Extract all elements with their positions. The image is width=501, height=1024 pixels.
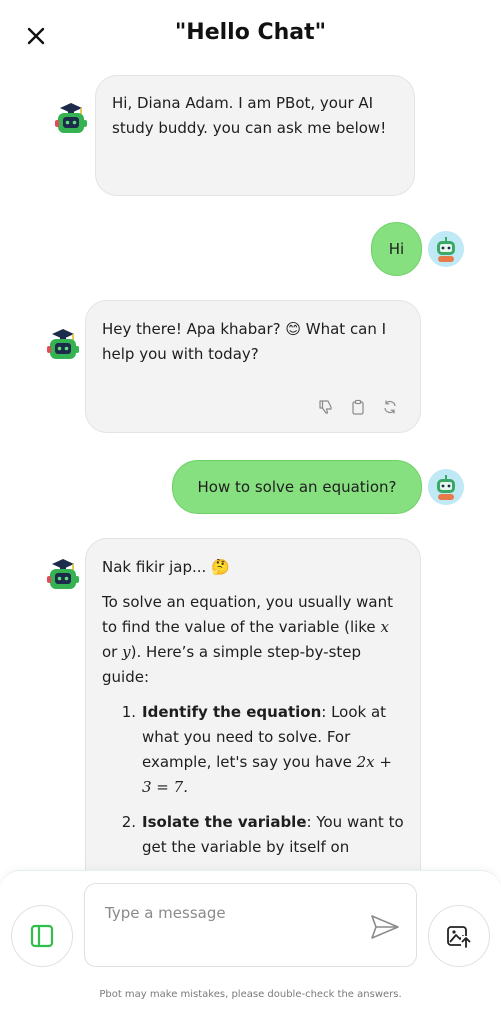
user-avatar bbox=[428, 231, 464, 267]
step-title: Identify the equation bbox=[142, 703, 322, 721]
message-actions bbox=[318, 398, 398, 415]
composer: Pbot may make mistakes, please double-ch… bbox=[0, 870, 501, 1024]
bot-avatar bbox=[44, 326, 82, 364]
bot-message-text: Hi, Diana Adam. I am PBot, your AI study… bbox=[112, 94, 387, 137]
header: "Hello Chat" bbox=[0, 0, 501, 72]
user-message-text: How to solve an equation? bbox=[197, 478, 397, 496]
answer-intro: To solve an equation, you usually want t… bbox=[102, 590, 404, 690]
math-variable: y bbox=[122, 643, 131, 661]
bot-message: Hey there! Apa khabar? 😊 What can I help… bbox=[85, 300, 421, 433]
thumbs-down-icon bbox=[319, 400, 332, 414]
image-upload-button[interactable] bbox=[428, 905, 490, 967]
send-button[interactable] bbox=[368, 910, 402, 944]
message-input-box bbox=[84, 883, 417, 967]
user-message-text: Hi bbox=[388, 240, 405, 258]
copy-icon bbox=[352, 399, 364, 415]
thinking-text: Nak fikir jap... 🤔 bbox=[102, 558, 230, 576]
step-title: Isolate the variable bbox=[142, 813, 307, 831]
regenerate-button[interactable] bbox=[382, 398, 398, 414]
bot-message-text: Hey there! Apa khabar? 😊 What can I help… bbox=[102, 320, 387, 363]
list-item: 2. Isolate the variable: You want to get… bbox=[102, 810, 404, 860]
user-message: Hi bbox=[371, 222, 422, 276]
sidebar-button[interactable] bbox=[11, 905, 73, 967]
bot-message: Hi, Diana Adam. I am PBot, your AI study… bbox=[95, 75, 415, 196]
user-avatar bbox=[428, 469, 464, 505]
bot-avatar bbox=[52, 100, 90, 138]
intro-text: ). Here’s a simple step-by-step guide: bbox=[102, 643, 362, 686]
intro-text: or bbox=[102, 643, 123, 661]
thumbs-down-button[interactable] bbox=[318, 398, 334, 414]
disclaimer-text: Pbot may make mistakes, please double-ch… bbox=[99, 989, 402, 1000]
sidebar-icon bbox=[30, 924, 54, 948]
bot-avatar bbox=[44, 556, 82, 594]
intro-text: To solve an equation, you usually want t… bbox=[102, 593, 393, 636]
copy-button[interactable] bbox=[350, 398, 366, 415]
regenerate-icon bbox=[384, 400, 396, 414]
list-number: 2. bbox=[121, 813, 136, 831]
send-icon bbox=[371, 915, 399, 939]
list-item: 1. Identify the equation: Look at what y… bbox=[102, 700, 404, 800]
image-upload-icon bbox=[447, 926, 471, 948]
message-input[interactable] bbox=[105, 904, 355, 922]
math-variable: x bbox=[380, 618, 389, 636]
user-message: How to solve an equation? bbox=[172, 460, 422, 514]
list-number: 1. bbox=[121, 703, 136, 721]
page-title: "Hello Chat" bbox=[174, 20, 327, 45]
